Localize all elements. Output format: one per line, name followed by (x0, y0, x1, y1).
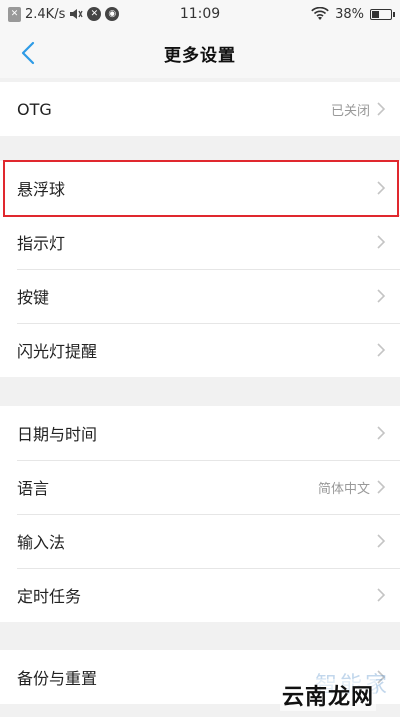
back-button[interactable] (14, 38, 42, 68)
chevron-right-icon (377, 670, 386, 684)
setting-scheduled-tasks[interactable]: 定时任务 (0, 568, 400, 622)
chevron-right-icon (377, 289, 386, 303)
settings-group-usb: OTG 已关闭 (0, 82, 400, 136)
sim-icon: ✕ (8, 6, 21, 22)
setting-label: 按键 (17, 288, 50, 307)
chevron-right-icon (377, 588, 386, 602)
chevron-right-icon (377, 534, 386, 548)
wifi-icon (311, 7, 329, 20)
title-bar: 更多设置 (0, 28, 400, 78)
chevron-right-icon (377, 343, 386, 357)
setting-value: 简体中文 (317, 481, 370, 497)
setting-input-method[interactable]: 输入法 (0, 514, 400, 568)
setting-backup-reset[interactable]: 备份与重置 (0, 650, 400, 704)
battery-percent: 38% (335, 6, 364, 22)
status-right: 38% (311, 6, 395, 22)
status-bar: ✕ 2.4K/s ✕ ◉ 11:09 38% (0, 0, 400, 28)
setting-label: 备份与重置 (17, 669, 98, 688)
chevron-right-icon (377, 480, 386, 494)
chevron-right-icon (377, 426, 386, 440)
setting-label: 日期与时间 (17, 425, 98, 444)
screen: ✕ 2.4K/s ✕ ◉ 11:09 38% 更多设置 OTG 已关闭 悬浮球 … (0, 0, 400, 717)
setting-label: 输入法 (17, 533, 66, 552)
back-arrow-icon (21, 41, 35, 65)
setting-indicator-light[interactable]: 指示灯 (0, 215, 400, 269)
blocked-icon: ✕ (87, 7, 102, 21)
setting-label: 闪光灯提醒 (17, 342, 98, 361)
setting-otg[interactable]: OTG 已关闭 (0, 82, 400, 136)
setting-date-time[interactable]: 日期与时间 (0, 406, 400, 460)
battery-fill (372, 10, 379, 18)
location-icon: ◉ (105, 7, 120, 21)
settings-group-device: 悬浮球 指示灯 按键 闪光灯提醒 (0, 161, 400, 377)
setting-language[interactable]: 语言 简体中文 (0, 460, 400, 514)
setting-label: 指示灯 (17, 234, 66, 253)
setting-floating-ball[interactable]: 悬浮球 (0, 161, 400, 215)
status-left: ✕ 2.4K/s ✕ ◉ (8, 6, 120, 22)
setting-label: 定时任务 (17, 587, 82, 606)
page-title: 更多设置 (164, 45, 236, 66)
settings-group-system: 日期与时间 语言 简体中文 输入法 定时任务 (0, 406, 400, 622)
mute-icon (70, 9, 83, 19)
battery-icon (370, 8, 395, 20)
chevron-right-icon (377, 181, 386, 195)
chevron-right-icon (377, 235, 386, 249)
setting-label: OTG (17, 99, 52, 119)
setting-flash-alert[interactable]: 闪光灯提醒 (0, 323, 400, 377)
setting-label: 悬浮球 (17, 180, 66, 199)
chevron-right-icon (377, 102, 386, 116)
settings-group-backup: 备份与重置 (0, 650, 400, 704)
network-speed: 2.4K/s (25, 6, 66, 22)
setting-buttons[interactable]: 按键 (0, 269, 400, 323)
setting-label: 语言 (17, 479, 50, 498)
setting-value: 已关闭 (330, 103, 370, 119)
